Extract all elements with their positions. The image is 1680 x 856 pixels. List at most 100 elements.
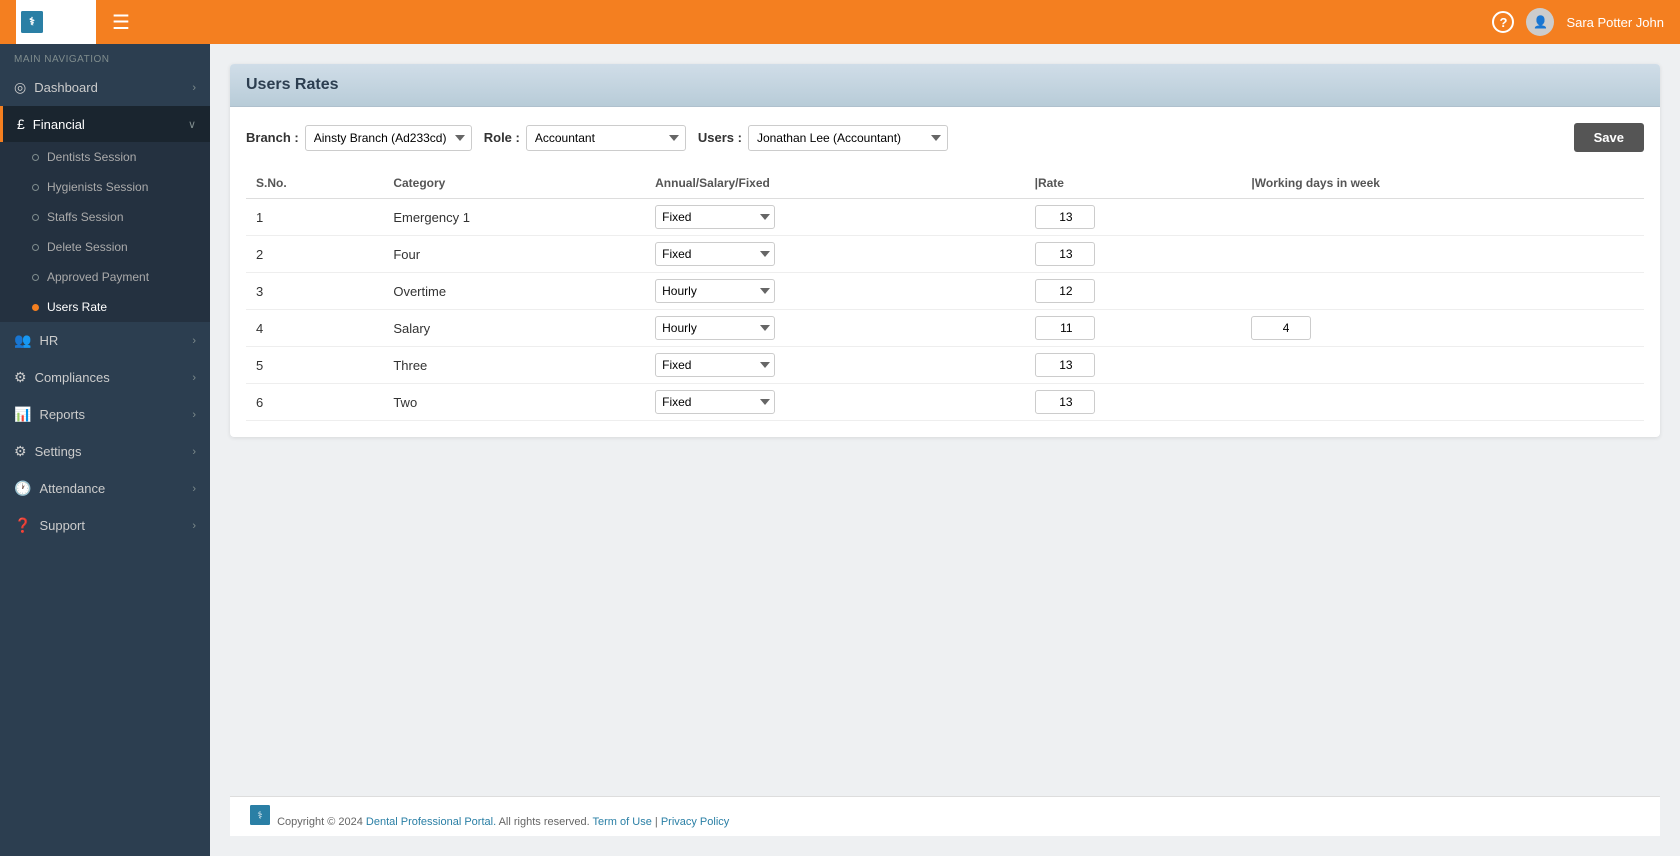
- username: Sara Potter John: [1566, 15, 1664, 30]
- card-header: Users Rates: [230, 64, 1660, 107]
- sidebar-item-label: Compliances: [35, 370, 110, 385]
- cell-working-days[interactable]: [1241, 347, 1644, 384]
- cell-working-days[interactable]: [1241, 384, 1644, 421]
- rate-input-3[interactable]: [1035, 316, 1095, 340]
- table-row: 5 Three FixedHourlyAnnual: [246, 347, 1644, 384]
- sidebar-item-label: Dashboard: [34, 80, 98, 95]
- cell-sno: 6: [246, 384, 383, 421]
- sidebar-item-settings[interactable]: ⚙ Settings ›: [0, 433, 210, 470]
- dot-icon: [32, 184, 39, 191]
- users-rates-card: Users Rates Branch : Ainsty Branch (Ad23…: [230, 64, 1660, 437]
- type-select-4[interactable]: FixedHourlyAnnual: [655, 353, 775, 377]
- sidebar-item-label: Financial: [33, 117, 85, 132]
- type-select-1[interactable]: FixedHourlyAnnual: [655, 242, 775, 266]
- rates-table: S.No. Category Annual/Salary/Fixed |Rate…: [246, 168, 1644, 421]
- cell-rate[interactable]: [1025, 384, 1242, 421]
- cell-type[interactable]: FixedHourlyAnnual: [645, 273, 1024, 310]
- cell-category: Four: [383, 236, 645, 273]
- sidebar-item-users-rate[interactable]: Users Rate: [0, 292, 210, 322]
- svg-text:⚕: ⚕: [257, 811, 262, 822]
- chevron-down-icon: ∨: [188, 118, 196, 131]
- cell-working-days[interactable]: [1241, 199, 1644, 236]
- filters-row: Branch : Ainsty Branch (Ad233cd) Role : …: [246, 123, 1644, 152]
- hr-icon: 👥: [14, 332, 31, 349]
- cell-type[interactable]: FixedHourlyAnnual: [645, 236, 1024, 273]
- sidebar-item-delete-session[interactable]: Delete Session: [0, 232, 210, 262]
- svg-text:DENTAL: DENTAL: [47, 14, 63, 19]
- rate-input-1[interactable]: [1035, 242, 1095, 266]
- topbar-right: ? 👤 Sara Potter John: [1492, 8, 1664, 36]
- cell-rate[interactable]: [1025, 273, 1242, 310]
- dashboard-icon: ◎: [14, 79, 26, 96]
- col-type: Annual/Salary/Fixed: [645, 168, 1024, 199]
- sidebar-item-support[interactable]: ❓ Support ›: [0, 507, 210, 544]
- cell-rate[interactable]: [1025, 236, 1242, 273]
- col-working-days: |Working days in week: [1241, 168, 1644, 199]
- cell-category: Overtime: [383, 273, 645, 310]
- type-select-5[interactable]: FixedHourlyAnnual: [655, 390, 775, 414]
- sidebar-item-approved-payment[interactable]: Approved Payment: [0, 262, 210, 292]
- submenu-label: Users Rate: [47, 300, 107, 314]
- sidebar-item-compliances[interactable]: ⚙ Compliances ›: [0, 359, 210, 396]
- cell-type[interactable]: FixedHourlyAnnual: [645, 347, 1024, 384]
- rate-input-2[interactable]: [1035, 279, 1095, 303]
- cell-rate[interactable]: [1025, 199, 1242, 236]
- compliances-icon: ⚙: [14, 369, 27, 386]
- sidebar-item-dashboard[interactable]: ◎ Dashboard ›: [0, 69, 210, 106]
- col-rate: |Rate: [1025, 168, 1242, 199]
- sidebar-item-hr[interactable]: 👥 HR ›: [0, 322, 210, 359]
- type-select-2[interactable]: FixedHourlyAnnual: [655, 279, 775, 303]
- cell-type[interactable]: FixedHourlyAnnual: [645, 384, 1024, 421]
- footer: ⚕ Copyright © 2024 Dental Professional P…: [230, 796, 1660, 836]
- table-row: 2 Four FixedHourlyAnnual: [246, 236, 1644, 273]
- rate-input-5[interactable]: [1035, 390, 1095, 414]
- rate-input-0[interactable]: [1035, 205, 1095, 229]
- footer-copyright: Copyright © 2024: [277, 816, 363, 828]
- footer-privacy-link[interactable]: Privacy Policy: [661, 816, 729, 828]
- cell-working-days[interactable]: [1241, 236, 1644, 273]
- cell-type[interactable]: FixedHourlyAnnual: [645, 199, 1024, 236]
- sidebar-item-hygienists-session[interactable]: Hygienists Session: [0, 172, 210, 202]
- type-select-0[interactable]: FixedHourlyAnnual: [655, 205, 775, 229]
- role-select[interactable]: Accountant: [526, 125, 686, 151]
- cell-working-days[interactable]: [1241, 273, 1644, 310]
- reports-icon: 📊: [14, 406, 31, 423]
- type-select-3[interactable]: FixedHourlyAnnual: [655, 316, 775, 340]
- footer-term-link[interactable]: Term of Use: [593, 816, 652, 828]
- cell-sno: 1: [246, 199, 383, 236]
- sidebar-item-dentists-session[interactable]: Dentists Session: [0, 142, 210, 172]
- rate-input-4[interactable]: [1035, 353, 1095, 377]
- svg-text:⚕: ⚕: [29, 16, 35, 28]
- cell-sno: 4: [246, 310, 383, 347]
- submenu-label: Staffs Session: [47, 210, 124, 224]
- footer-company-link[interactable]: Dental Professional Portal.: [366, 816, 496, 828]
- sidebar-item-reports[interactable]: 📊 Reports ›: [0, 396, 210, 433]
- save-button[interactable]: Save: [1574, 123, 1644, 152]
- sidebar-item-staffs-session[interactable]: Staffs Session: [0, 202, 210, 232]
- sidebar-item-label: Reports: [39, 407, 85, 422]
- logo: ⚕ DENTAL PROFESSIONAL PORTAL: [16, 0, 96, 44]
- hamburger-icon[interactable]: ☰: [112, 10, 130, 35]
- avatar: 👤: [1526, 8, 1554, 36]
- users-select[interactable]: Jonathan Lee (Accountant): [748, 125, 948, 151]
- branch-select[interactable]: Ainsty Branch (Ad233cd): [305, 125, 472, 151]
- cell-rate[interactable]: [1025, 310, 1242, 347]
- table-header-row: S.No. Category Annual/Salary/Fixed |Rate…: [246, 168, 1644, 199]
- topbar-left: ⚕ DENTAL PROFESSIONAL PORTAL ☰: [16, 0, 130, 44]
- cell-type[interactable]: FixedHourlyAnnual: [645, 310, 1024, 347]
- help-icon[interactable]: ?: [1492, 11, 1514, 33]
- main-layout: MAIN NAVIGATION ◎ Dashboard › £ Financia…: [0, 44, 1680, 856]
- sidebar-item-label: Settings: [35, 444, 82, 459]
- cell-rate[interactable]: [1025, 347, 1242, 384]
- sidebar-item-attendance[interactable]: 🕐 Attendance ›: [0, 470, 210, 507]
- chevron-right-icon: ›: [192, 335, 196, 347]
- sidebar-item-financial[interactable]: £ Financial ∨: [0, 106, 210, 142]
- working-days-input-3[interactable]: [1251, 316, 1311, 340]
- users-label: Users :: [698, 130, 742, 145]
- cell-working-days[interactable]: [1241, 310, 1644, 347]
- settings-icon: ⚙: [14, 443, 27, 460]
- topbar: ⚕ DENTAL PROFESSIONAL PORTAL ☰ ? 👤 Sara …: [0, 0, 1680, 44]
- branch-group: Branch : Ainsty Branch (Ad233cd): [246, 125, 472, 151]
- role-group: Role : Accountant: [484, 125, 686, 151]
- sidebar-section-label: MAIN NAVIGATION: [0, 44, 210, 69]
